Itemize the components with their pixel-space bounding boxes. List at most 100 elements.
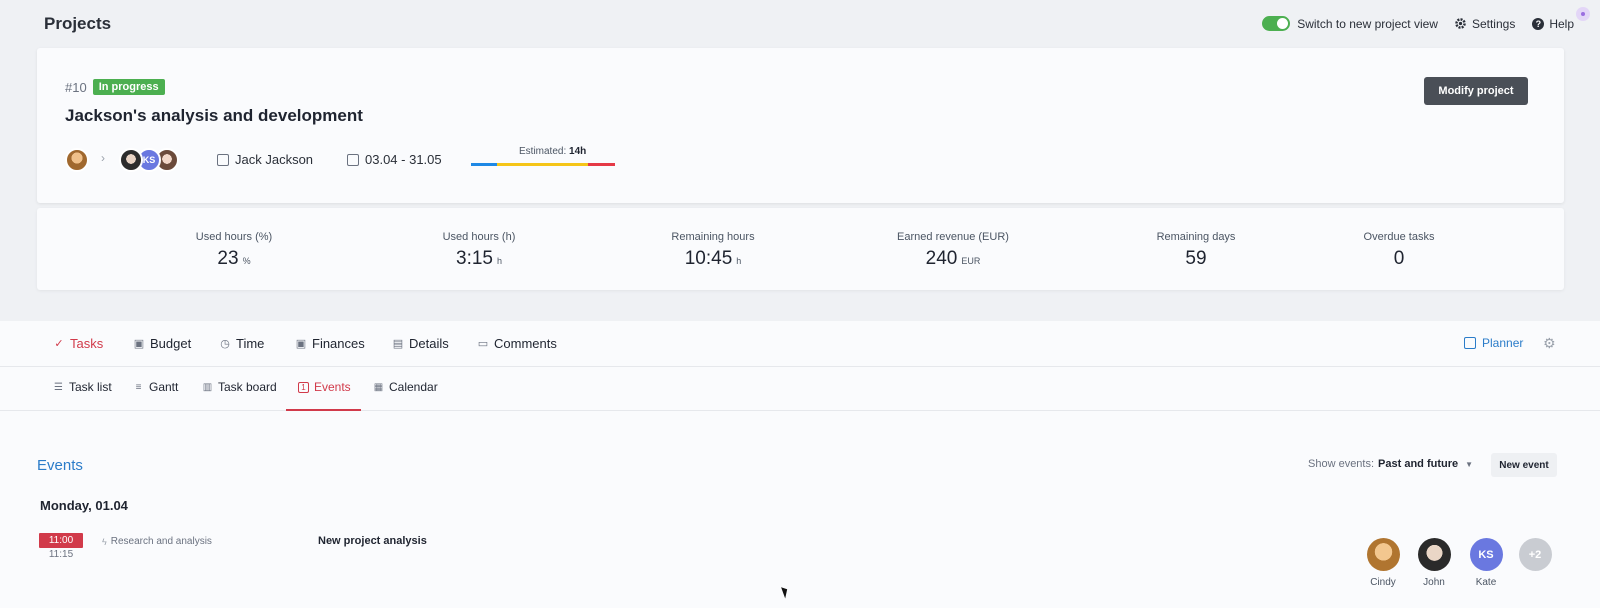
stat-label: Remaining hours [671,231,755,243]
tab-tasks[interactable]: ✓ Tasks [53,336,103,351]
stat-value: 0 [1393,248,1405,269]
help-icon: ? [1531,17,1545,31]
page-title: Projects [44,14,112,33]
tab-label: Time [236,336,265,351]
subtab-task-list[interactable]: ☰ Task list [53,380,112,394]
list-icon: ☰ [54,381,63,393]
filter-value: Past and future [1378,458,1459,470]
tab-label: Budget [150,336,192,351]
comment-icon: ▭ [477,338,489,350]
stat-value-row: 3:15 h [379,248,579,270]
planner-icon [1464,337,1476,349]
task-view-tabs: ☰ Task list ≡ Gantt ▥ Task board 1 Event… [0,368,1600,411]
stat-label: Overdue tasks [1363,231,1435,243]
subtab-gantt[interactable]: ≡ Gantt [133,380,179,394]
stat-value-row: 0 [1299,248,1499,270]
date-range-text: 03.04 - 31.05 [365,152,442,167]
project-header-area: Projects Switch to new project view Sett… [0,0,1600,326]
settings-button[interactable]: Settings [1454,17,1515,31]
avatar-initials: KS [1469,538,1503,571]
stat-label: Earned revenue (EUR) [897,231,1009,243]
tab-label: Finances [312,336,365,351]
tab-time[interactable]: ◷ Time [219,336,264,351]
stat-remaining-hours: Remaining hours 10:45 h [613,231,813,270]
client[interactable]: Jack Jackson [217,152,313,167]
modify-project-button[interactable]: Modify project [1424,77,1528,105]
calendar-icon [347,153,359,166]
budget-icon: ▣ [133,338,145,350]
stat-unit: h [496,256,502,266]
document-icon: ▤ [392,338,404,350]
day-heading: Monday, 01.04 [40,498,128,513]
date-range: 03.04 - 31.05 [347,152,442,167]
filter-label: Show events: [1308,458,1375,470]
active-tab-indicator [286,409,361,411]
subtab-label: Events [314,380,351,394]
subtab-task-board[interactable]: ▥ Task board [202,380,277,394]
stat-value: 3:15 [456,248,493,269]
header-actions: Switch to new project view Settings ? He… [1262,6,1590,31]
calendar-icon: ▦ [373,381,384,393]
tab-details[interactable]: ▤ Details [392,336,449,351]
stat-label: Remaining days [1156,231,1236,243]
project-stats: Used hours (%) 23% Used hours (h) 3:15 h … [37,208,1564,290]
more-participants[interactable]: +2 [1515,538,1555,571]
stat-used-hours-percent: Used hours (%) 23% [134,231,334,270]
participant[interactable]: John [1414,538,1454,588]
subtab-calendar[interactable]: ▦ Calendar [373,380,438,394]
event-end-time: 11:15 [48,549,74,560]
stat-unit: h [736,256,742,266]
notification-dot-icon [1576,6,1590,21]
participant[interactable]: Cindy [1363,538,1403,588]
stat-label: Used hours (%) [195,231,273,243]
mouse-cursor-icon [781,585,790,599]
stat-used-hours: Used hours (h) 3:15 h [379,231,579,270]
stat-value: 240 [925,248,958,269]
tab-budget[interactable]: ▣ Budget [133,336,191,351]
help-button[interactable]: ? Help [1531,6,1590,31]
board-icon: ▥ [202,381,213,393]
planner-button[interactable]: Planner [1464,336,1523,350]
subtab-label: Gantt [149,380,179,394]
stat-value: 10:45 [684,248,733,269]
subtab-label: Task board [218,380,277,394]
project-name: Jackson's analysis and development [65,106,363,125]
help-label: Help [1549,16,1574,31]
tab-label: Details [409,336,449,351]
project-summary-card: #10 In progress Jackson's analysis and d… [37,48,1564,203]
tab-label: Tasks [70,336,104,351]
stat-value-row: 10:45 h [613,248,813,270]
project-number: #10 [65,79,87,95]
status-badge: In progress [92,79,165,95]
planner-label: Planner [1482,336,1524,350]
event-title[interactable]: New project analysis [318,535,427,547]
gear-icon[interactable]: ⚙ [1543,335,1556,352]
estimate-label: Estimated: [519,146,567,157]
gear-icon [1454,17,1468,31]
stat-value: 23 [217,248,239,269]
participant-name: Kate [1475,577,1497,588]
stat-earned-revenue: Earned revenue (EUR) 240 EUR [853,231,1053,270]
events-heading: Events [37,457,83,474]
time-progress-bar [471,163,615,166]
stat-remaining-days: Remaining days 59 [1096,231,1296,270]
tab-comments[interactable]: ▭ Comments [477,336,557,351]
client-name: Jack Jackson [235,152,314,167]
clock-icon: ◷ [220,338,230,350]
team-member-avatar[interactable] [119,148,143,172]
new-view-toggle[interactable]: Switch to new project view [1262,16,1438,31]
client-building-icon [217,153,229,166]
event-type-label: Research and analysis [110,536,212,547]
toggle-switch[interactable] [1262,16,1291,31]
project-meta: #10 In progress [65,79,165,95]
subtab-events[interactable]: 1 Events [298,380,351,394]
new-event-button[interactable]: New event [1491,453,1557,477]
bolt-icon: ϟ [102,536,107,547]
project-manager-avatar[interactable] [65,148,89,172]
chevron-right-icon: › [101,151,105,165]
tab-finances[interactable]: ▣ Finances [295,336,365,351]
participant[interactable]: KS Kate [1466,538,1506,588]
participant-name: Cindy [1370,577,1396,588]
finances-icon: ▣ [295,338,307,350]
show-events-filter[interactable]: Show events: Past and future ▼ [1308,458,1473,470]
